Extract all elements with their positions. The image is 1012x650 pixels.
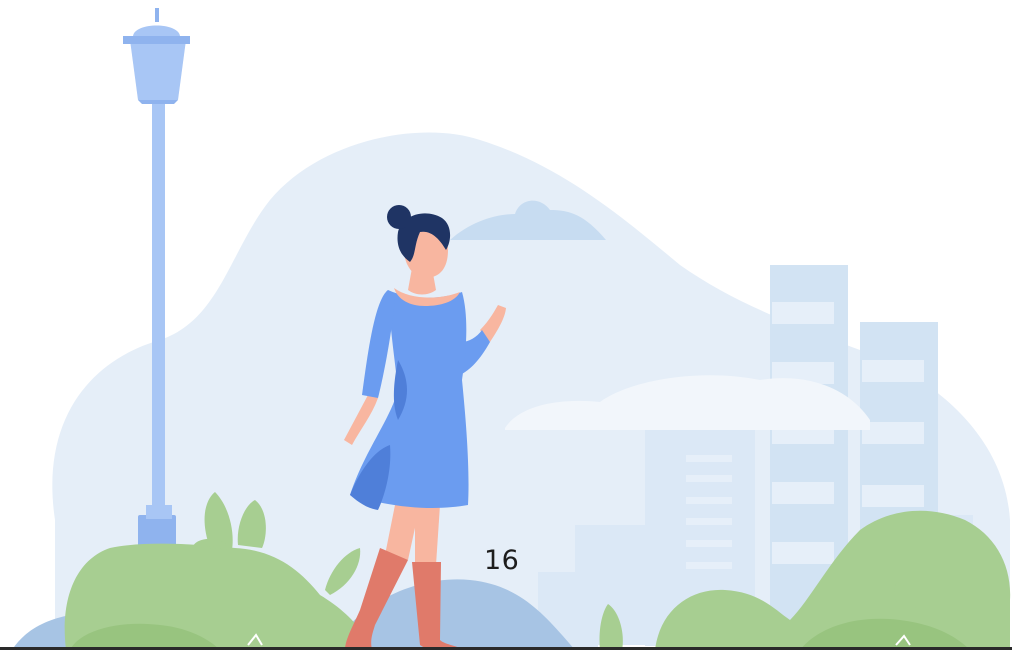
page-number: 16 [484, 545, 520, 576]
